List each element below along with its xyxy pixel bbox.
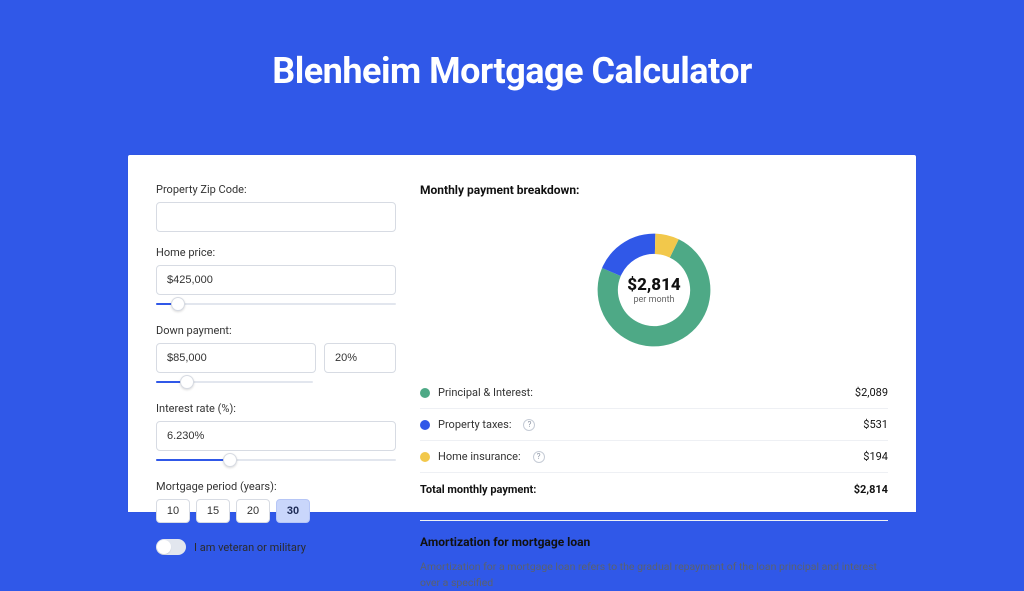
home-price-slider[interactable] [156,298,396,310]
donut-sub: per month [633,295,674,305]
amortization-body: Amortization for a mortgage loan refers … [420,559,888,591]
down-payment-slider-thumb[interactable] [180,375,194,389]
breakdown-list: Principal & Interest: $2,089 Property taxe… [420,376,888,472]
breakdown-row-value: $2,089 [855,386,888,399]
zip-label: Property Zip Code: [156,183,396,196]
zip-input[interactable] [156,202,396,232]
period-btn-15[interactable]: 15 [196,499,230,523]
breakdown-row-label: Home insurance: [438,450,521,463]
breakdown-row: Home insurance:? $194 [420,440,888,472]
field-veteran: I am veteran or military [156,539,396,555]
field-down-payment: Down payment: [156,324,396,388]
interest-slider-thumb[interactable] [223,453,237,467]
legend-dot [420,452,430,462]
veteran-toggle[interactable] [156,539,186,555]
veteran-label: I am veteran or military [194,541,306,554]
legend-dot [420,420,430,430]
breakdown-row-label: Property taxes: [438,418,511,431]
interest-label: Interest rate (%): [156,402,396,415]
calculator-card: Property Zip Code: Home price: Down paym… [128,155,916,512]
help-icon[interactable]: ? [523,419,535,431]
breakdown-total-row: Total monthly payment: $2,814 [420,472,888,506]
amortization-section: Amortization for mortgage loan Amortizat… [420,520,888,591]
breakdown-row-value: $531 [863,418,888,431]
field-period: Mortgage period (years): 10152030 [156,480,396,523]
breakdown-title: Monthly payment breakdown: [420,183,888,197]
amortization-title: Amortization for mortgage loan [420,535,888,549]
donut-chart: $2,814 per month [593,229,715,351]
period-btn-30[interactable]: 30 [276,499,310,523]
breakdown-row: Property taxes:? $531 [420,408,888,440]
interest-input[interactable] [156,421,396,451]
down-payment-pct-input[interactable] [324,343,396,373]
donut-chart-area: $2,814 per month [420,207,888,372]
down-payment-slider[interactable] [156,376,313,388]
field-home-price: Home price: [156,246,396,310]
interest-slider-fill [156,459,230,461]
breakdown-column: Monthly payment breakdown: $2,814 per mo… [420,183,888,512]
down-payment-label: Down payment: [156,324,396,337]
field-zip: Property Zip Code: [156,183,396,232]
breakdown-row-value: $194 [863,450,888,463]
breakdown-row: Principal & Interest: $2,089 [420,376,888,408]
period-label: Mortgage period (years): [156,480,396,493]
veteran-toggle-knob [157,540,171,554]
donut-amount: $2,814 [627,275,680,295]
legend-dot [420,388,430,398]
total-label: Total monthly payment: [420,483,536,496]
field-interest: Interest rate (%): [156,402,396,466]
down-payment-amount-input[interactable] [156,343,316,373]
period-options: 10152030 [156,499,396,523]
interest-slider[interactable] [156,454,396,466]
home-price-slider-thumb[interactable] [171,297,185,311]
page-title: Blenheim Mortgage Calculator [0,50,1024,92]
form-column: Property Zip Code: Home price: Down paym… [156,183,396,512]
total-value: $2,814 [854,483,888,496]
period-btn-20[interactable]: 20 [236,499,270,523]
breakdown-row-label: Principal & Interest: [438,386,533,399]
home-price-label: Home price: [156,246,396,259]
help-icon[interactable]: ? [533,451,545,463]
home-price-input[interactable] [156,265,396,295]
period-btn-10[interactable]: 10 [156,499,190,523]
